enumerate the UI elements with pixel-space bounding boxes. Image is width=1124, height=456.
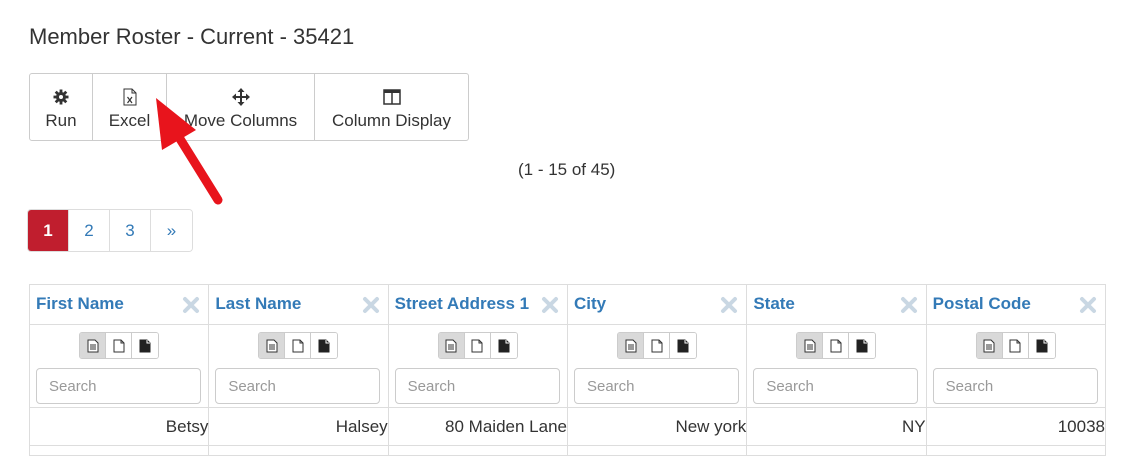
- not-empty-filter-icon[interactable]: [1028, 333, 1055, 358]
- filter-row: [28, 324, 1107, 408]
- column-header-label[interactable]: Last Name: [215, 294, 301, 314]
- run-button[interactable]: Run: [30, 74, 93, 140]
- search-input[interactable]: [573, 368, 739, 404]
- table-cell: 80 Maiden Lane: [387, 407, 568, 446]
- search-input[interactable]: [36, 368, 201, 404]
- table-cell: Betsy: [28, 407, 210, 446]
- page-1-button[interactable]: 1: [28, 210, 69, 251]
- report-toolbar: Run Excel Move Columns Column Display: [29, 73, 469, 141]
- header-row: First Name Last Name Street Address 1 Ci…: [28, 284, 1107, 325]
- excel-file-icon: [122, 86, 138, 108]
- empty-filter-icon[interactable]: [644, 333, 671, 358]
- remove-column-icon[interactable]: [900, 296, 918, 314]
- column-header-label[interactable]: Street Address 1: [395, 294, 529, 314]
- table-cell: 10038: [925, 407, 1107, 446]
- columns-icon: [382, 86, 401, 108]
- empty-filter-icon[interactable]: [1002, 333, 1029, 358]
- table-row[interactable]: Betsy Halsey 80 Maiden Lane New york NY …: [28, 407, 1107, 446]
- filter-mode-group: [437, 332, 518, 359]
- column-header-label[interactable]: City: [574, 294, 606, 314]
- filter-mode-group: [796, 332, 877, 359]
- column-header-last-name[interactable]: Last Name: [208, 284, 389, 325]
- table-cell: [387, 445, 568, 456]
- text-filter-icon[interactable]: [618, 333, 645, 358]
- column-filter: [208, 324, 389, 408]
- table-row[interactable]: [28, 445, 1107, 456]
- column-filter: [566, 324, 748, 408]
- filter-mode-group: [975, 332, 1056, 359]
- text-filter-icon[interactable]: [259, 333, 286, 358]
- column-header-state[interactable]: State: [746, 284, 927, 325]
- page-title: Member Roster - Current - 35421: [29, 24, 355, 49]
- filter-mode-group: [258, 332, 339, 359]
- column-header-label[interactable]: Postal Code: [933, 294, 1031, 314]
- filter-mode-group: [617, 332, 698, 359]
- column-filter: [28, 324, 210, 408]
- filter-mode-group: [79, 332, 160, 359]
- page-3-button[interactable]: 3: [110, 210, 151, 251]
- column-header-label[interactable]: State: [753, 294, 795, 314]
- table-cell: [925, 445, 1107, 456]
- not-empty-filter-icon[interactable]: [490, 333, 517, 358]
- empty-filter-icon[interactable]: [823, 333, 850, 358]
- record-count: (1 - 15 of 45): [518, 160, 616, 179]
- gear-icon: [53, 86, 69, 108]
- search-input[interactable]: [932, 368, 1098, 404]
- column-filter: [387, 324, 568, 408]
- move-columns-button-label: Move Columns: [183, 110, 298, 130]
- table-cell: [28, 445, 210, 456]
- remove-column-icon[interactable]: [541, 296, 559, 314]
- excel-button-label: Excel: [108, 110, 151, 130]
- table-cell: New york: [566, 407, 748, 446]
- column-filter: [925, 324, 1107, 408]
- table-cell: Halsey: [208, 407, 389, 446]
- member-roster-table: First Name Last Name Street Address 1 Ci…: [28, 284, 1107, 456]
- next-page-button[interactable]: »: [151, 210, 192, 251]
- search-input[interactable]: [215, 368, 381, 404]
- text-filter-icon[interactable]: [797, 333, 824, 358]
- remove-column-icon[interactable]: [720, 296, 738, 314]
- text-filter-icon[interactable]: [976, 333, 1003, 358]
- empty-filter-icon[interactable]: [285, 333, 312, 358]
- table-cell: [208, 445, 389, 456]
- remove-column-icon[interactable]: [1079, 296, 1097, 314]
- page-2-button[interactable]: 2: [69, 210, 110, 251]
- excel-button[interactable]: Excel: [93, 74, 167, 140]
- not-empty-filter-icon[interactable]: [311, 333, 338, 358]
- pagination: 1 2 3 »: [27, 209, 193, 252]
- empty-filter-icon[interactable]: [106, 333, 133, 358]
- column-header-street-address[interactable]: Street Address 1: [387, 284, 568, 325]
- text-filter-icon[interactable]: [80, 333, 107, 358]
- not-empty-filter-icon[interactable]: [849, 333, 876, 358]
- not-empty-filter-icon[interactable]: [670, 333, 697, 358]
- table-cell: [746, 445, 927, 456]
- remove-column-icon[interactable]: [182, 296, 200, 314]
- column-header-label[interactable]: First Name: [36, 294, 124, 314]
- column-header-postal-code[interactable]: Postal Code: [925, 284, 1107, 325]
- remove-column-icon[interactable]: [362, 296, 380, 314]
- search-input[interactable]: [394, 368, 560, 404]
- table-cell: NY: [746, 407, 927, 446]
- column-header-city[interactable]: City: [566, 284, 748, 325]
- run-button-label: Run: [45, 110, 77, 130]
- column-display-button-label: Column Display: [331, 110, 452, 130]
- column-filter: [746, 324, 927, 408]
- text-filter-icon[interactable]: [438, 333, 465, 358]
- empty-filter-icon[interactable]: [464, 333, 491, 358]
- move-columns-button[interactable]: Move Columns: [167, 74, 315, 140]
- not-empty-filter-icon[interactable]: [132, 333, 159, 358]
- column-header-first-name[interactable]: First Name: [28, 284, 210, 325]
- table-cell: [566, 445, 748, 456]
- move-arrows-icon: [231, 86, 250, 108]
- search-input[interactable]: [753, 368, 919, 404]
- column-display-button[interactable]: Column Display: [315, 74, 468, 140]
